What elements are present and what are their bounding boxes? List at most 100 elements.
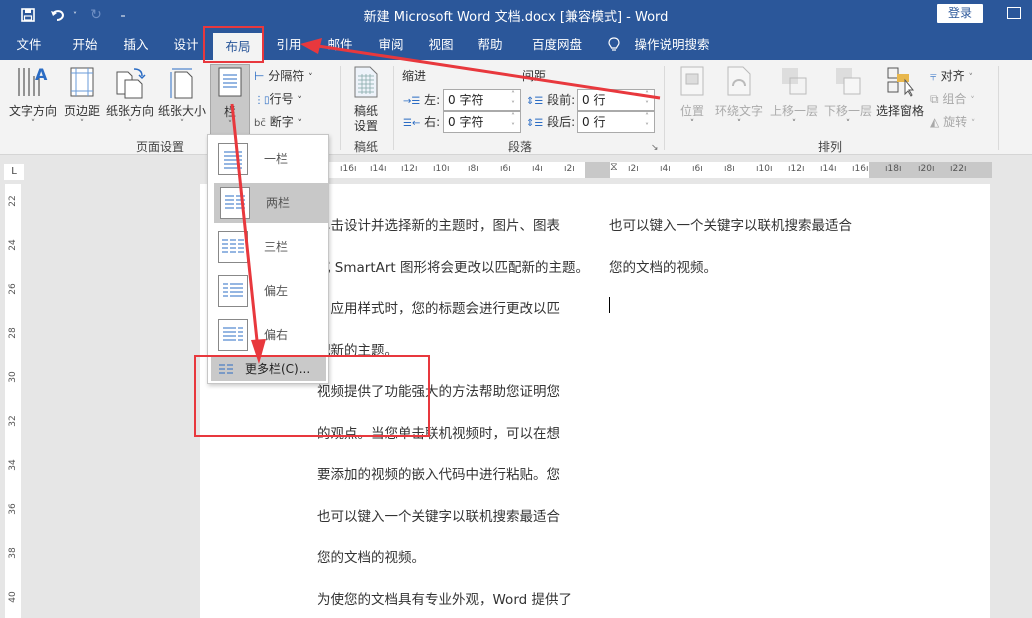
columns-label: 栏	[223, 105, 236, 119]
menu-item-right[interactable]: 偏右	[212, 315, 326, 355]
text-direction-button[interactable]: A 文字方向 ˅	[6, 64, 60, 134]
paragraph-dialog-launcher-icon[interactable]: ↘	[651, 138, 659, 158]
hyphenation-label: 断字	[269, 115, 294, 129]
margins-label: 页边距	[63, 104, 100, 118]
position-icon	[680, 66, 704, 96]
group-icon: ⧉	[930, 92, 939, 106]
align-icon: ⫧	[930, 69, 937, 83]
tab-baidu-netdisk[interactable]: 百度网盘	[526, 30, 588, 60]
text-cursor	[609, 297, 610, 313]
ruler-tick: ı8ı	[468, 164, 479, 174]
paragraph-line: 要添加的视频的嵌入代码中进行粘贴。您	[317, 467, 560, 483]
ruler-tick: ı22ı	[950, 164, 967, 174]
more-columns-label: 更多栏(C)...	[245, 362, 311, 376]
columns-icon	[218, 67, 242, 97]
ruler-tick: 34	[8, 459, 18, 471]
menu-item-two-columns[interactable]: 两栏	[214, 183, 328, 223]
indent-right-label: ☰← 右:	[403, 115, 441, 129]
indent-marker-icon[interactable]: ⧖	[610, 160, 618, 174]
paragraph-line: 也可以键入一个关键字以联机搜索最适合	[317, 508, 560, 525]
three-columns-icon	[218, 231, 248, 263]
indent-left-input[interactable]: 0 字符 ˄ ˅	[443, 89, 521, 111]
tab-home[interactable]: 开始	[64, 30, 106, 60]
spinner-arrows-icon: ˄ ˅	[511, 112, 515, 131]
ruler-tick: ı10ı	[756, 164, 773, 174]
position-label: 位置	[679, 104, 704, 118]
orientation-button[interactable]: 纸张方向 ˅	[104, 64, 156, 134]
paragraph-line: 的观点。当您单击联机视频时，可以在想	[317, 425, 560, 442]
ruler-tick: ı12ı	[401, 164, 418, 174]
columns-button[interactable]: 栏 ˅	[210, 64, 250, 136]
horizontal-ruler[interactable]: ı16ı ı14ı ı12ı ı10ı ı8ı ı6ı ı4ı ı2ı ı2ı ı4ı ı6ı ı8ı…	[212, 160, 992, 178]
bring-forward-label: 上移一层	[769, 104, 818, 118]
one-column-icon	[218, 143, 248, 175]
selection-pane-button[interactable]: 选择窗格	[874, 64, 926, 134]
tab-file[interactable]: 文件	[10, 30, 48, 60]
page-setup-group-label: 页面设置	[135, 140, 184, 154]
group-button: ⧉ 组合 ˅	[930, 89, 975, 109]
ribbon-display-options-icon[interactable]	[1007, 7, 1021, 19]
manuscript-settings-button[interactable]: 稿纸 设置	[346, 64, 386, 134]
tab-selector[interactable]: L	[4, 164, 24, 180]
chevron-down-icon: ˅	[791, 119, 797, 129]
align-button[interactable]: ⫧ 对齐 ˅	[930, 66, 973, 86]
tab-view[interactable]: 视图	[421, 30, 461, 60]
right-column-icon	[218, 319, 248, 351]
ruler-tick: ı10ı	[433, 164, 450, 174]
tell-me-search[interactable]: 操作说明搜索	[632, 30, 712, 60]
spinner-arrows-icon: ˄ ˅	[511, 90, 515, 109]
ruler-tick: ı14ı	[370, 164, 387, 174]
window-title: 新建 Microsoft Word 文档.docx [兼容模式] - Word	[363, 10, 669, 25]
title-bar: ˅ ↻ ₌ 新建 Microsoft Word 文档.docx [兼容模式] -…	[0, 0, 1032, 30]
margins-button[interactable]: 页边距 ˅	[62, 64, 102, 134]
vertical-ruler[interactable]: 22 24 26 28 30 32 34 36 38 40	[5, 184, 21, 618]
line-numbers-button[interactable]: ⋮▯行号 ˅	[254, 89, 302, 109]
size-button[interactable]: 纸张大小 ˅	[157, 64, 207, 134]
margins-icon	[70, 67, 94, 97]
spacing-after-input[interactable]: 0 行 ˄ ˅	[577, 111, 655, 133]
tab-insert[interactable]: 插入	[116, 30, 156, 60]
bring-forward-button: 上移一层 ˅	[768, 64, 820, 134]
ruler-tick: 22	[8, 195, 18, 207]
menu-item-three-columns[interactable]: 三栏	[212, 227, 326, 267]
menu-item-label: 两栏	[266, 196, 291, 210]
indent-right-input[interactable]: 0 字符 ˄ ˅	[443, 111, 521, 133]
paragraph-line: 单击设计并选择新的主题时，图片、图表	[317, 218, 560, 234]
size-label: 纸张大小	[157, 104, 206, 118]
paragraph-line: 配新的主题。	[317, 342, 398, 359]
breaks-button[interactable]: ⊢ 分隔符 ˅	[254, 66, 313, 86]
group-label: 组合	[942, 92, 967, 106]
indent-heading: 缩进	[402, 69, 427, 83]
indent-right-icon: ☰←	[403, 118, 421, 129]
ruler-tick: ı20ı	[918, 164, 935, 174]
chevron-down-icon: ˅	[968, 73, 973, 83]
ruler-tick: ı2ı	[628, 164, 639, 174]
manuscript-icon	[354, 66, 378, 98]
tab-review[interactable]: 审阅	[371, 30, 411, 60]
left-column-icon	[218, 275, 248, 307]
menu-item-one-column[interactable]: 一栏	[212, 139, 326, 179]
tab-layout[interactable]: 布局	[213, 33, 263, 60]
bring-forward-icon	[782, 68, 807, 95]
tab-design[interactable]: 设计	[166, 30, 206, 60]
spacing-before-input[interactable]: 0 行 ˄ ˅	[577, 89, 655, 111]
hyphenation-button[interactable]: bc̄ 断字 ˅	[254, 112, 302, 132]
ruler-tick: 26	[8, 283, 18, 295]
tab-mailings[interactable]: 邮件	[320, 30, 360, 60]
chevron-down-icon: ˅	[297, 96, 302, 106]
login-button[interactable]: 登录	[937, 4, 983, 23]
paragraph-line: 为使您的文档具有专业外观，Word 提供了	[317, 591, 572, 608]
columns-dropdown-menu: 一栏 两栏 三栏 偏左 偏右 更多栏(C)...	[207, 134, 329, 384]
tab-help[interactable]: 帮助	[470, 30, 510, 60]
text-direction-label: 文字方向	[8, 104, 57, 118]
align-label: 对齐	[940, 69, 965, 83]
chevron-down-icon: ˅	[736, 119, 742, 129]
menu-item-more-columns[interactable]: 更多栏(C)...	[211, 357, 326, 381]
tab-references[interactable]: 引用	[268, 30, 310, 60]
lightbulb-icon	[606, 30, 622, 60]
spacing-before-label: ⇕☰ 段前:	[526, 93, 576, 107]
ruler-tick: ı18ı	[885, 164, 902, 174]
menu-item-left[interactable]: 偏左	[212, 271, 326, 311]
send-backward-icon	[836, 68, 861, 95]
ruler-tick: ı8ı	[724, 164, 735, 174]
